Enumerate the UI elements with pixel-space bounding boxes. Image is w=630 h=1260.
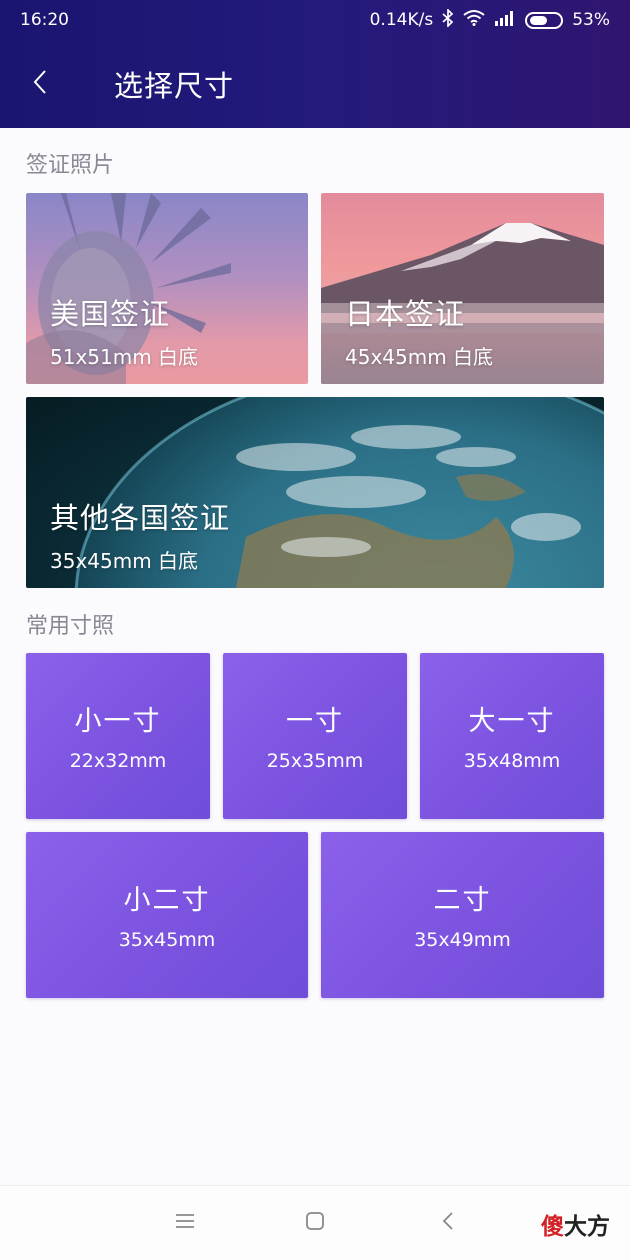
size-dimensions: 35x45mm: [118, 929, 216, 951]
watermark-dark-text: 大方: [564, 1214, 610, 1240]
status-bar: 16:20 0.14K/s 53%: [0, 0, 630, 40]
chevron-left-icon: [32, 69, 48, 99]
visa-card-other[interactable]: 其他各国签证 35x45mm 白底: [26, 397, 604, 588]
visa-card-japan[interactable]: 日本签证 45x45mm 白底: [321, 193, 604, 384]
status-indicators: 0.14K/s 53%: [369, 7, 610, 32]
size-card-small-1-inch[interactable]: 小一寸 22x32mm: [26, 653, 210, 819]
size-name: 大一寸: [468, 706, 556, 737]
size-card-2-inch[interactable]: 二寸 35x49mm: [321, 832, 604, 998]
size-dimensions: 25x35mm: [266, 750, 364, 772]
visa-section-title: 签证照片: [26, 153, 115, 178]
status-time: 16:20: [20, 10, 69, 30]
watermark-red-text: 傻: [541, 1214, 564, 1240]
visa-card-us-spec: 51x51mm 白底: [50, 345, 199, 369]
signal-icon: [494, 10, 516, 31]
net-speed: 0.14K/s: [369, 10, 434, 30]
size-name: 二寸: [433, 885, 492, 916]
menu-icon: [174, 1212, 196, 1234]
size-name: 小一寸: [74, 706, 162, 737]
size-card-large-1-inch[interactable]: 大一寸 35x48mm: [420, 653, 604, 819]
header: 16:20 0.14K/s 53% 选择尺寸: [0, 0, 630, 128]
system-nav-bar: 傻大方: [0, 1185, 630, 1260]
common-section-title: 常用寸照: [26, 614, 115, 639]
size-card-small-2-inch[interactable]: 小二寸 35x45mm: [26, 832, 308, 998]
battery-icon: [525, 11, 564, 29]
back-nav-button[interactable]: [433, 1208, 463, 1238]
visa-card-other-spec: 35x45mm 白底: [50, 549, 199, 573]
watermark-logo: 傻大方: [541, 1207, 610, 1241]
size-name: 小二寸: [123, 885, 211, 916]
visa-card-us-name: 美国签证: [50, 297, 171, 331]
visa-card-us[interactable]: 美国签证 51x51mm 白底: [26, 193, 308, 384]
back-chevron-icon: [441, 1211, 455, 1235]
size-dimensions: 35x48mm: [463, 750, 561, 772]
visa-card-japan-name: 日本签证: [345, 297, 466, 331]
menu-button[interactable]: [170, 1208, 200, 1238]
size-dimensions: 35x49mm: [414, 929, 511, 951]
back-button[interactable]: [0, 40, 80, 128]
page-title: 选择尺寸: [114, 69, 235, 103]
visa-card-japan-spec: 45x45mm 白底: [345, 345, 494, 369]
visa-card-other-name: 其他各国签证: [50, 501, 231, 535]
wifi-icon: [463, 9, 485, 31]
size-card-1-inch[interactable]: 一寸 25x35mm: [223, 653, 407, 819]
home-square-icon: [305, 1211, 325, 1235]
battery-percent: 53%: [572, 10, 610, 30]
size-name: 一寸: [286, 706, 344, 737]
app-bar: 选择尺寸: [0, 40, 630, 128]
home-button[interactable]: [300, 1208, 330, 1238]
size-dimensions: 22x32mm: [69, 750, 167, 772]
bluetooth-icon: [442, 7, 454, 32]
